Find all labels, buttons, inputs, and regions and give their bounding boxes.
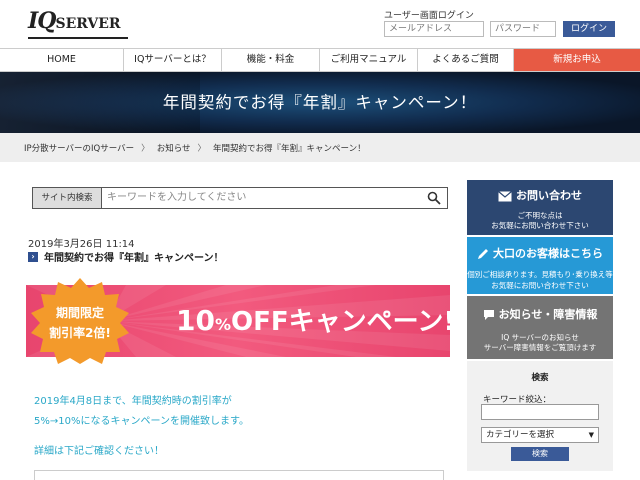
sidebar-contact-title: お問い合わせ xyxy=(516,189,582,202)
login-button[interactable]: ログイン xyxy=(563,21,615,37)
sidebar-search-button[interactable]: 検索 xyxy=(511,447,569,461)
chevron-right-icon: › xyxy=(28,251,38,262)
post-title-text: 年間契約でお得『年割』キャンペーン！ xyxy=(44,253,224,264)
sidebar-big-customer[interactable]: 大口のお客様はこちら 個別ご相談承ります。見積もり･乗り換え等 お気軽にお問い合… xyxy=(467,237,613,294)
breadcrumb-news[interactable]: お知らせ xyxy=(157,142,191,154)
logo-server: SERVER xyxy=(55,16,121,32)
nav-manual[interactable]: ご利用マニュアル xyxy=(320,49,418,71)
site-search: サイト内検索 キーワードを入力してください xyxy=(32,187,448,209)
search-input[interactable]: キーワードを入力してください xyxy=(107,188,246,208)
pencil-icon xyxy=(478,249,488,259)
mail-icon xyxy=(498,190,512,201)
logo-iq: IQ xyxy=(28,8,56,34)
keyword-input[interactable] xyxy=(481,404,599,420)
badge-rate: 割引率2倍! xyxy=(49,326,111,340)
body-line-2: 5%→10%になるキャンペーンを開催致します。 xyxy=(34,416,249,427)
breadcrumb: IP分散サーバーのIQサーバー 〉 お知らせ 〉 年間契約でお得『年割』キャンペ… xyxy=(0,133,640,162)
site-header: IQSERVER ユーザー画面ログイン ログイン xyxy=(0,0,640,48)
login-label: ユーザー画面ログイン xyxy=(384,11,474,21)
badge-limited: 期間限定 xyxy=(55,306,104,320)
campaign-percent: % xyxy=(214,315,231,334)
nav-signup[interactable]: 新規お申込 xyxy=(514,49,640,71)
campaign-number: 10 xyxy=(176,304,215,337)
sidebar-search: 検索 キーワード絞込： カテゴリーを選択 ▼ 検索 xyxy=(467,361,613,471)
breadcrumb-home[interactable]: IP分散サーバーのIQサーバー xyxy=(24,142,134,154)
sidebar-news[interactable]: お知らせ・障害情報 IQ サーバーのお知らせ サーバー障害情報をご覧頂けます xyxy=(467,296,613,359)
nav-faq[interactable]: よくあるご質問 xyxy=(418,49,514,71)
category-selected: カテゴリーを選択 xyxy=(486,430,555,440)
search-icon[interactable] xyxy=(427,191,441,205)
main-nav: HOME IQサーバーとは？ 機能・料金 ご利用マニュアル よくあるご質問 新規… xyxy=(0,48,640,72)
campaign-badge: 期間限定 割引率2倍! xyxy=(30,278,130,364)
email-field[interactable] xyxy=(384,21,484,37)
chat-bubble-icon xyxy=(483,310,494,320)
sidebar-big-customer-title: 大口のお客様はこちら xyxy=(493,247,603,260)
sidebar-news-sub1: IQ サーバーのお知らせ xyxy=(501,333,579,342)
page-title: 年間契約でお得『年割』キャンペーン！ xyxy=(162,93,478,112)
sidebar-search-title: 検索 xyxy=(531,373,549,383)
password-field[interactable] xyxy=(490,21,556,37)
details-box xyxy=(34,470,444,480)
nav-home[interactable]: HOME xyxy=(0,49,124,71)
category-select[interactable]: カテゴリーを選択 ▼ xyxy=(481,427,599,443)
nav-about[interactable]: IQサーバーとは？ xyxy=(124,49,222,71)
campaign-headline: 10%OFFキャンペーン!! xyxy=(176,285,450,357)
breadcrumb-separator: 〉 xyxy=(197,143,207,154)
chevron-down-icon: ▼ xyxy=(588,431,594,439)
logo-underline xyxy=(28,37,128,39)
sidebar-contact[interactable]: お問い合わせ ご不明な点は お気軽にお問い合わせ下さい xyxy=(467,180,613,235)
search-label: サイト内検索 xyxy=(33,188,102,208)
nav-pricing[interactable]: 機能・料金 xyxy=(222,49,320,71)
sidebar-news-sub2: サーバー障害情報をご覧頂けます xyxy=(483,343,597,352)
campaign-off-text: OFFキャンペーン!! xyxy=(231,307,450,337)
page-banner: 年間契約でお得『年割』キャンペーン！ xyxy=(0,72,640,133)
post-title: › 年間契約でお得『年割』キャンペーン！ xyxy=(28,249,224,264)
body-line-1: 2019年4月8日まで、年間契約時の割引率が xyxy=(34,396,232,407)
sidebar-big-customer-sub1: 個別ご相談承ります。見積もり･乗り換え等 xyxy=(467,270,613,279)
sidebar-news-title: お知らせ・障害情報 xyxy=(498,308,598,321)
sidebar-contact-sub2: お気軽にお問い合わせ下さい xyxy=(491,221,589,230)
body-line-3: 詳細は下記ご確認ください！ xyxy=(34,446,164,457)
sidebar-big-customer-sub2: お気軽にお問い合わせ下さい xyxy=(491,281,589,290)
post-date: 2019年3月26日 11:14 xyxy=(28,239,135,250)
breadcrumb-current: 年間契約でお得『年割』キャンペーン！ xyxy=(213,143,366,154)
sidebar-contact-sub1: ご不明な点は xyxy=(517,211,563,220)
breadcrumb-separator: 〉 xyxy=(141,143,150,154)
site-logo[interactable]: IQSERVER xyxy=(28,8,128,39)
